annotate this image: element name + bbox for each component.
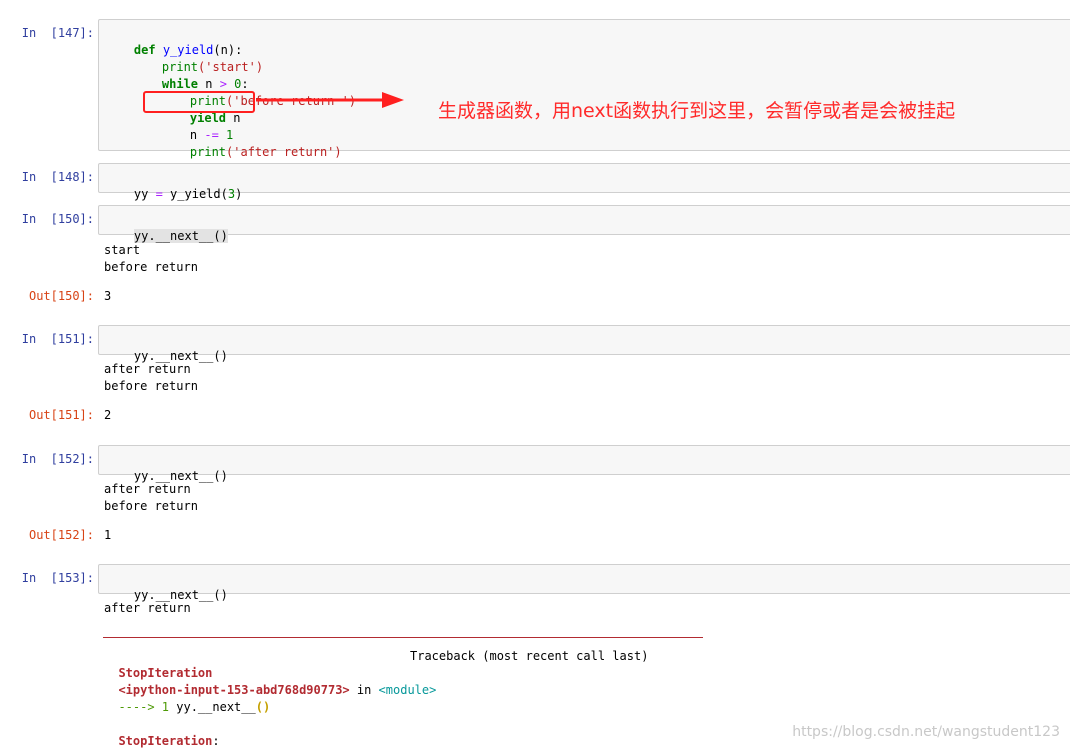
string-literal: ('after return')	[226, 145, 342, 159]
stdout-line: start	[104, 243, 141, 257]
final-error-name: StopIteration	[118, 734, 213, 748]
code-line: yy.__next__()	[105, 451, 228, 483]
in-prompt-151: In [151]:	[21, 332, 94, 346]
code-line-2: print('start')	[133, 42, 263, 74]
stdout-line: after return	[104, 362, 191, 376]
traceback-final-line: StopIteration:	[104, 716, 220, 750]
code-line: yy.__next__()	[105, 211, 228, 243]
traceback-arrow: ----> 1	[118, 700, 170, 714]
out-prompt-152: Out[152]:	[28, 528, 94, 542]
code-text: yy.__next__()	[133, 229, 228, 243]
code-line-1: def y_yield(n):	[105, 25, 242, 57]
paren: (	[220, 187, 228, 201]
out-prompt-151: Out[151]:	[28, 408, 94, 422]
watermark-text: https://blog.csdn.net/wangstudent123	[792, 724, 1060, 740]
traceback-module: <module>	[378, 683, 437, 697]
traceback-paren: ()	[255, 700, 271, 714]
out-prompt-150: Out[150]:	[28, 289, 94, 303]
result-value: 1	[104, 528, 112, 542]
annotation-text: 生成器函数，用next函数执行到这里，会暂停或者是会被挂起	[438, 100, 956, 122]
stdout-line: after return	[104, 601, 191, 615]
code-cell-147[interactable]: def y_yield(n): print('start') while n >…	[98, 19, 1070, 159]
code-line-7: print('after return')	[161, 127, 342, 159]
in-prompt-152: In [152]:	[21, 452, 94, 466]
traceback-header: Traceback (most recent call last)	[410, 649, 649, 663]
traceback-in: in	[349, 683, 379, 697]
code-cell-151[interactable]: yy.__next__()	[98, 325, 1070, 363]
code-cell-148[interactable]: yy = y_yield(3)	[98, 163, 1070, 201]
stdout-line: before return	[104, 379, 198, 393]
code-line-3: while n > 0:	[133, 59, 249, 91]
code-line: yy.__next__()	[105, 570, 228, 602]
result-value: 3	[104, 289, 112, 303]
in-prompt-150: In [150]:	[21, 212, 94, 226]
builtin-print: print	[189, 145, 227, 159]
traceback-code-line: ----> 1 yy.__next__()	[104, 682, 270, 716]
colon: :	[212, 734, 220, 748]
highlight-box	[143, 91, 255, 113]
code-cell-153[interactable]: yy.__next__()	[98, 564, 1070, 602]
stdout-line: after return	[104, 482, 191, 496]
code-cell-152[interactable]: yy.__next__()	[98, 445, 1070, 483]
call-name: y_yield	[162, 187, 221, 201]
code-cell-150[interactable]: yy.__next__()	[98, 205, 1070, 243]
var-yy: yy	[133, 187, 156, 201]
paren: )	[235, 187, 243, 201]
stdout-line: before return	[104, 260, 198, 274]
stdout-line: before return	[104, 499, 198, 513]
number: 3	[227, 187, 236, 201]
code-line: yy.__next__()	[105, 331, 228, 363]
annotation-arrow-icon	[256, 92, 404, 108]
in-prompt-147: In [147]:	[21, 26, 94, 40]
operator: =	[155, 187, 163, 201]
traceback-divider	[103, 637, 703, 638]
code-line: yy = y_yield(3)	[105, 169, 242, 201]
traceback-code: yy.__next__	[169, 700, 256, 714]
in-prompt-148: In [148]:	[21, 170, 94, 184]
in-prompt-153: In [153]:	[21, 571, 94, 585]
result-value: 2	[104, 408, 112, 422]
